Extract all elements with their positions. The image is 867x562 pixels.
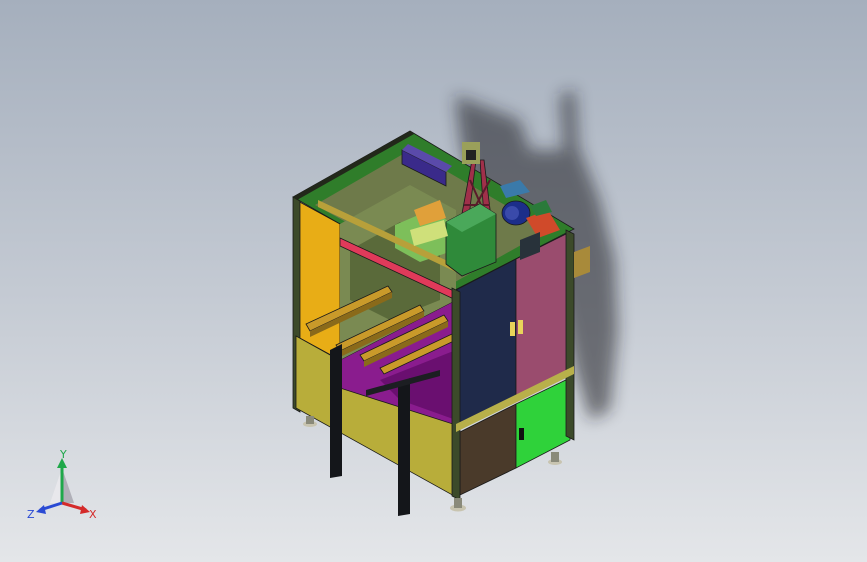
x-axis-label: X xyxy=(89,508,97,521)
door-handle-right[interactable] xyxy=(518,320,523,334)
door-handle-left[interactable] xyxy=(510,322,515,336)
y-axis-label: Y xyxy=(59,448,67,461)
z-axis-arrow-icon xyxy=(36,505,46,514)
lower-handle[interactable] xyxy=(519,428,524,440)
view-orientation-triad[interactable]: Y X Z xyxy=(22,448,108,524)
machine-assembly-model[interactable] xyxy=(0,0,867,562)
z-axis-label: Z xyxy=(27,508,35,521)
left-side-panel xyxy=(295,199,341,361)
cad-viewport[interactable]: Y X Z xyxy=(0,0,867,562)
